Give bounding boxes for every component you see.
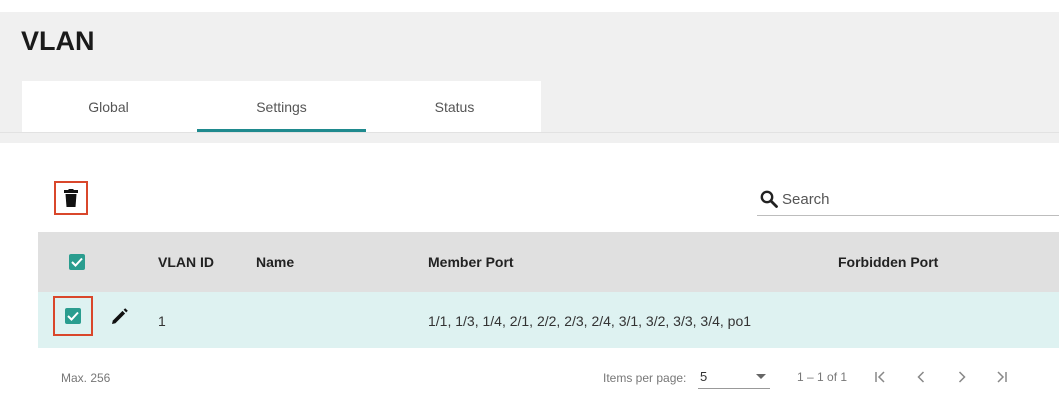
table-header: VLAN ID Name Member Port Forbidden Port	[38, 232, 1059, 292]
delete-button[interactable]	[54, 181, 88, 215]
prev-page-icon	[917, 371, 925, 383]
cell-vlan-id: 1	[158, 313, 166, 329]
content-separator	[0, 133, 1059, 143]
tab-status[interactable]: Status	[368, 81, 541, 132]
max-entries-label: Max. 256	[61, 371, 111, 385]
search-icon[interactable]	[760, 190, 778, 208]
dropdown-caret-icon	[756, 374, 766, 379]
prev-page-button[interactable]	[909, 365, 933, 389]
cell-member-port: 1/1, 1/3, 1/4, 2/1, 2/2, 2/3, 2/4, 3/1, …	[428, 313, 752, 329]
tab-bar: Global Settings Status	[22, 81, 541, 132]
last-page-button[interactable]	[990, 365, 1014, 389]
select-all-checkbox[interactable]	[69, 254, 85, 270]
column-header-vlan-id[interactable]: VLAN ID	[158, 254, 214, 270]
first-page-button[interactable]	[868, 365, 892, 389]
search-box	[757, 183, 1059, 216]
column-header-member-port[interactable]: Member Port	[428, 254, 514, 270]
items-per-page-value: 5	[700, 369, 708, 384]
next-page-button[interactable]	[950, 365, 974, 389]
items-per-page-label: Items per page:	[603, 371, 687, 385]
first-page-icon	[875, 371, 885, 383]
search-input[interactable]	[782, 187, 1052, 211]
trash-icon	[64, 189, 78, 207]
tab-global[interactable]: Global	[22, 81, 195, 132]
check-icon	[71, 257, 83, 267]
column-header-forbidden-port[interactable]: Forbidden Port	[838, 254, 938, 270]
table-row[interactable]: 1 1/1, 1/3, 1/4, 2/1, 2/2, 2/3, 2/4, 3/1…	[38, 292, 1059, 348]
tab-settings[interactable]: Settings	[195, 81, 368, 132]
check-icon	[67, 311, 79, 321]
items-per-page-select[interactable]: 5	[698, 366, 770, 389]
page-title: VLAN	[21, 26, 95, 56]
table-footer: Max. 256 Items per page: 5 1 – 1 of 1	[0, 350, 1059, 397]
column-header-name[interactable]: Name	[256, 254, 294, 270]
last-page-icon	[997, 371, 1007, 383]
vlan-page: VLAN Global Settings Status VLAN ID Name…	[0, 0, 1059, 397]
pencil-icon[interactable]	[108, 306, 130, 328]
next-page-icon	[958, 371, 966, 383]
row-checkbox[interactable]	[65, 308, 81, 324]
page-range-label: 1 – 1 of 1	[797, 370, 848, 384]
